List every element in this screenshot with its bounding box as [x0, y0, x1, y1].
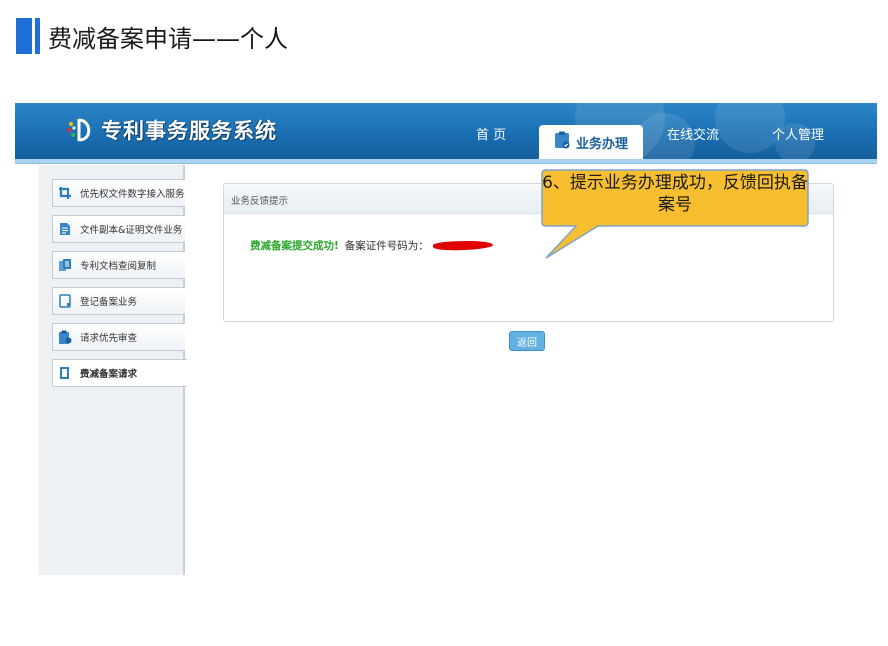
document-icon	[58, 222, 72, 236]
app-logo[interactable]: 专利事务服务系统	[65, 115, 277, 145]
nav-business-label: 业务办理	[575, 136, 628, 152]
sidebar-item-document-lookup[interactable]: 专利文档查阅复制	[52, 251, 185, 279]
certificate-number-label: 备案证件号码为：	[344, 240, 429, 252]
sidebar-item-label: 费减备案请求	[80, 369, 138, 380]
title-accent-bars	[16, 18, 40, 54]
nav-personal-management[interactable]: 个人管理	[772, 124, 824, 143]
clipboard-check-icon	[58, 330, 72, 344]
logo-icon	[65, 115, 95, 145]
sidebar-item-label: 专利文档查阅复制	[80, 261, 157, 272]
redacted-certificate-number	[432, 239, 493, 252]
slide-title: 费减备案申请——个人	[16, 16, 288, 56]
topbar-divider	[15, 159, 877, 164]
file-icon	[58, 366, 72, 380]
callout-text: 6、提示业务办理成功，反馈回执备案号	[542, 173, 808, 215]
sidebar-item-priority-document[interactable]: 优先权文件数字接入服务	[52, 179, 185, 207]
sidebar: 优先权文件数字接入服务 文件副本&证明文件业务 专利文档查阅复制 登记备案业务 …	[39, 165, 187, 575]
sidebar-item-label: 文件副本&证明文件业务	[80, 225, 183, 236]
clipboard-icon	[554, 131, 570, 153]
sidebar-item-registration[interactable]: 登记备案业务	[52, 287, 185, 315]
nav-home[interactable]: 首 页	[476, 124, 506, 143]
link-icon	[58, 186, 72, 200]
success-message: 费减备案提交成功!	[250, 240, 339, 252]
sidebar-item-fee-reduction[interactable]: 费减备案请求	[52, 359, 187, 387]
sidebar-item-label: 登记备案业务	[80, 297, 138, 308]
clipboard-icon	[58, 294, 72, 308]
top-navigation-bar: 专利事务服务系统 首 页 业务办理 在线交流 个人管理	[15, 103, 877, 159]
sidebar-item-document-copies[interactable]: 文件副本&证明文件业务	[52, 215, 185, 243]
copy-document-icon	[58, 258, 72, 272]
sidebar-item-label: 请求优先审查	[80, 333, 138, 344]
sidebar-item-priority-examination[interactable]: 请求优先审查	[52, 323, 185, 351]
back-button[interactable]: 返回	[509, 331, 545, 351]
nav-online-chat[interactable]: 在线交流	[667, 124, 719, 143]
app-logo-text: 专利事务服务系统	[101, 119, 277, 143]
nav-business[interactable]: 业务办理	[539, 125, 643, 159]
sidebar-item-label: 优先权文件数字接入服务	[80, 189, 185, 200]
slide-title-text: 费减备案申请——个人	[48, 24, 288, 53]
